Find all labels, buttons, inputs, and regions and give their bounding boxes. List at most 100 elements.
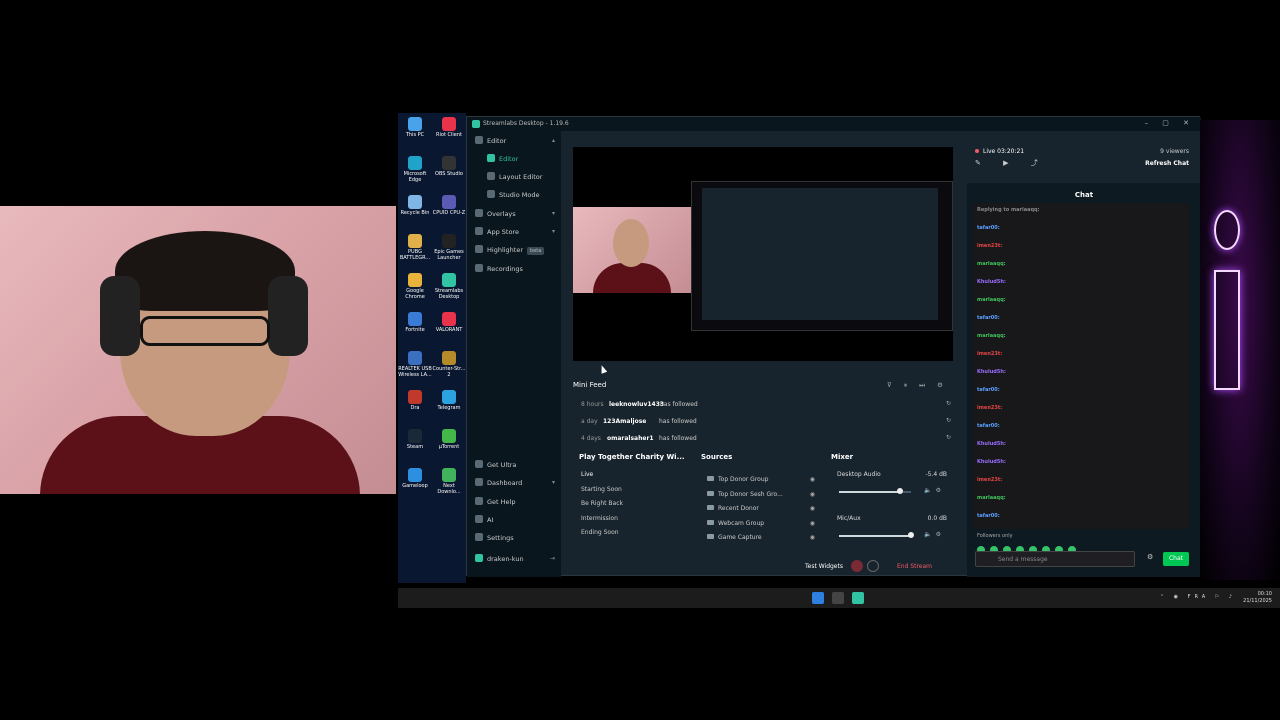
desktop-shortcut[interactable]: Epic Games Launcher — [432, 234, 466, 261]
sidebar-item-settings[interactable]: Settings — [475, 532, 555, 544]
desktop-shortcut[interactable]: Riot Client — [432, 117, 466, 139]
repeat-alert-icon[interactable]: ↻ — [946, 417, 951, 424]
source-item[interactable]: Top Donor Group ◉ — [707, 473, 819, 487]
source-item[interactable]: Webcam Group ◉ — [707, 517, 819, 531]
stream-tools-icons[interactable]: ✎ ▶ ⤴ — [975, 158, 1048, 168]
volume-slider[interactable] — [839, 535, 911, 537]
sidebar-item-label: Settings — [487, 534, 514, 542]
desktop-shortcut[interactable]: Telegram — [432, 390, 466, 412]
file-explorer-icon[interactable] — [832, 592, 844, 604]
desktop-shortcut[interactable]: This PC — [398, 117, 432, 139]
mini-feed-toolbar[interactable]: ⊽ ⏸ ⏭ ⚙ — [887, 381, 948, 390]
desktop-shortcut[interactable]: Gameloop — [398, 468, 432, 490]
chat-username[interactable]: marlaaqq: — [977, 261, 1006, 267]
chat-messages[interactable]: Replying to marlaaqq: tafar00: imen23t: mar… — [973, 203, 1189, 529]
sidebar-item-ai[interactable]: AI — [475, 514, 555, 526]
test-widgets-button[interactable]: Test Widgets — [805, 563, 843, 570]
sidebar-item-recordings[interactable]: Recordings — [475, 263, 555, 275]
desktop-shortcut[interactable]: Counter-Str... 2 — [432, 351, 466, 378]
sidebar-item-editor-sub[interactable]: Editor — [487, 153, 555, 165]
desktop-shortcut[interactable]: Dra — [398, 390, 432, 412]
desktop-shortcut[interactable]: Recycle Bin — [398, 195, 432, 217]
desktop-shortcut[interactable]: PUBG BATTLEGR... — [398, 234, 432, 261]
source-item[interactable]: Top Donor Sesh Gro... ◉ — [707, 488, 819, 502]
scene-item[interactable]: Be Right Back — [579, 497, 689, 511]
visibility-eye-icon[interactable]: ◉ — [810, 517, 815, 531]
chat-username[interactable]: marlaaqq: — [977, 333, 1006, 339]
chat-username[interactable]: imen23t: — [977, 477, 1002, 483]
chat-username[interactable]: Replying to marlaaqq: — [977, 207, 1040, 213]
desktop-shortcut[interactable]: OBS Studio — [432, 156, 466, 178]
desktop-shortcut[interactable]: Microsoft Edge — [398, 156, 432, 183]
system-tray[interactable]: ⌃ ◉ FRA ⚐ ♪ — [1160, 594, 1236, 600]
scene-item[interactable]: Intermission — [579, 512, 689, 526]
chat-username[interactable]: Khulud5h: — [977, 459, 1006, 465]
sidebar-item-app-store[interactable]: App Store ▾ — [475, 226, 555, 238]
scene-item[interactable]: Live — [579, 468, 689, 482]
sidebar-item-overlays[interactable]: Overlays ▾ — [475, 208, 555, 220]
repeat-alert-icon[interactable]: ↻ — [946, 434, 951, 441]
start-windows-icon[interactable] — [812, 592, 824, 604]
chat-username[interactable]: Khulud5h: — [977, 369, 1006, 375]
scene-item[interactable]: Starting Soon — [579, 483, 689, 497]
desktop-shortcut[interactable]: REALTEK USB Wireless LA... — [398, 351, 432, 378]
app-shortcut-icon — [408, 273, 422, 287]
sidebar-item-editor[interactable]: Editor ▴ — [475, 135, 555, 147]
visibility-eye-icon[interactable]: ◉ — [810, 531, 815, 545]
sidebar-item-get-ultra[interactable]: Get Ultra — [475, 459, 555, 471]
desktop-shortcut[interactable]: Next Downlo... — [432, 468, 466, 495]
sidebar-item-user[interactable]: draken-kun ⇥ — [475, 553, 555, 565]
chat-settings-gear-icon[interactable]: ⚙ — [1147, 553, 1153, 561]
feed-username[interactable]: leeknowluv1433 — [609, 401, 664, 408]
chat-username[interactable]: imen23t: — [977, 243, 1002, 249]
desktop-shortcut[interactable]: Streamlabs Desktop — [432, 273, 466, 300]
chat-message-input[interactable]: Send a message — [975, 551, 1135, 567]
chat-username[interactable]: marlaaqq: — [977, 495, 1006, 501]
sidebar-item-get-help[interactable]: Get Help — [475, 496, 555, 508]
end-stream-button[interactable]: End Stream — [897, 563, 932, 570]
feed-username[interactable]: 123Amaljose — [603, 418, 646, 425]
chat-send-button[interactable]: Chat — [1163, 552, 1189, 566]
chat-username[interactable]: Khulud5h: — [977, 279, 1006, 285]
chat-username[interactable]: tafar00: — [977, 423, 1000, 429]
sidebar-item-studio-mode[interactable]: Studio Mode — [487, 189, 555, 201]
refresh-chat-button[interactable]: Refresh Chat — [1145, 160, 1189, 167]
chat-username[interactable]: imen23t: — [977, 405, 1002, 411]
sidebar-item-highlighter[interactable]: Highlighter beta — [475, 244, 555, 256]
stream-preview[interactable] — [573, 147, 953, 361]
chat-username[interactable]: tafar00: — [977, 225, 1000, 231]
repeat-alert-icon[interactable]: ↻ — [946, 400, 951, 407]
chat-username[interactable]: tafar00: — [977, 387, 1000, 393]
scene-item[interactable]: Ending Soon — [579, 526, 689, 540]
source-item[interactable]: Game Capture ◉ — [707, 531, 819, 545]
scenes-title[interactable]: Play Together Charity Wi... — [579, 453, 685, 461]
chat-username[interactable]: imen23t: — [977, 351, 1002, 357]
clock[interactable]: 00:10 21/11/2025 — [1243, 591, 1272, 605]
desktop-shortcut[interactable]: VALORANT — [432, 312, 466, 334]
sidebar-item-layout-editor[interactable]: Layout Editor — [487, 171, 555, 183]
chat-username[interactable]: Khulud5h: — [977, 441, 1006, 447]
feed-username[interactable]: omaralsaher1 — [607, 435, 654, 442]
chat-username[interactable]: tafar00: — [977, 513, 1000, 519]
desktop-shortcut[interactable]: Google Chrome — [398, 273, 432, 300]
replay-buffer-button[interactable] — [867, 560, 879, 572]
window-controls[interactable]: – ▢ ✕ — [1145, 119, 1195, 127]
chat-username[interactable]: marlaaqq: — [977, 297, 1006, 303]
visibility-eye-icon[interactable]: ◉ — [810, 473, 815, 487]
desktop-shortcut[interactable]: Steam — [398, 429, 432, 451]
emote-bar[interactable] — [977, 539, 1081, 554]
desktop-shortcut[interactable]: CPUID CPU-Z — [432, 195, 466, 217]
visibility-eye-icon[interactable]: ◉ — [810, 502, 815, 516]
visibility-eye-icon[interactable]: ◉ — [810, 488, 815, 502]
volume-slider-knob[interactable] — [908, 532, 914, 538]
mixer-controls[interactable]: 🔈⚙ — [924, 531, 945, 538]
chat-username[interactable]: tafar00: — [977, 315, 1000, 321]
mixer-controls[interactable]: 🔈⚙ — [924, 487, 945, 494]
sidebar-item-dashboard[interactable]: Dashboard ▾ — [475, 477, 555, 489]
desktop-shortcut[interactable]: Fortnite — [398, 312, 432, 334]
source-item[interactable]: Recent Donor ◉ — [707, 502, 819, 516]
volume-slider-knob[interactable] — [897, 488, 904, 494]
record-button[interactable] — [851, 560, 863, 572]
desktop-shortcut[interactable]: µTorrent — [432, 429, 466, 451]
streamlabs-taskbar-icon[interactable] — [852, 592, 864, 604]
